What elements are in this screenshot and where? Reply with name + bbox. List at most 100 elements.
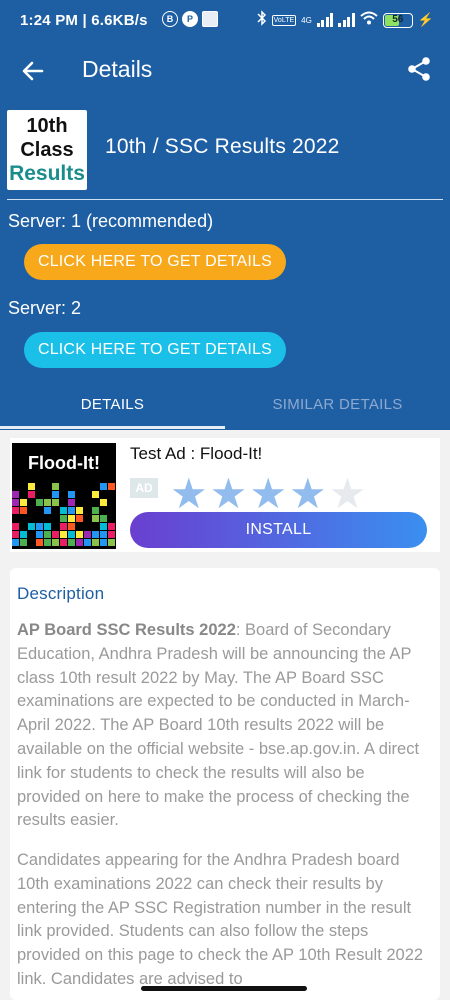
ad-image-pixel	[12, 499, 19, 506]
ad-image-pixel	[92, 531, 99, 538]
ad-badge: AD	[130, 478, 158, 498]
page-title: Details	[82, 56, 153, 82]
ad-image-pixel	[76, 539, 83, 546]
description-heading: Description	[17, 584, 105, 603]
ad-image-pixel	[36, 499, 43, 506]
tab-indicator	[0, 426, 225, 429]
divider	[7, 199, 443, 200]
ad-image-pixel	[60, 539, 67, 546]
ad-image-pixel	[52, 499, 59, 506]
ad-title[interactable]: Test Ad : Flood-It!	[130, 444, 262, 464]
ad-image-pixel	[108, 539, 115, 546]
ad-image-pixel	[44, 507, 51, 514]
ad-image-pixel	[100, 499, 107, 506]
ad-image-pixel	[60, 507, 67, 514]
ad-image-pixel	[68, 507, 75, 514]
description-body-1: : Board of Secondary Education, Andhra P…	[17, 621, 420, 830]
tab-bar: DETAILS SIMILAR DETAILS	[0, 380, 450, 430]
ad-image-pixel	[60, 531, 67, 538]
ad-image-pixel	[108, 523, 115, 530]
ad-image-pixel	[68, 515, 75, 522]
status-time: 1:24 PM | 6.6KB/s	[20, 12, 148, 29]
share-icon	[408, 57, 430, 81]
share-button[interactable]	[406, 56, 436, 86]
ad-image-pixel	[12, 523, 19, 530]
signal-1-icon	[316, 13, 334, 27]
ad-image-pixel	[12, 507, 19, 514]
ad-image-pixel	[52, 491, 59, 498]
server-2-details-button[interactable]: CLICK HERE TO GET DETAILS	[24, 332, 286, 368]
header-panel: 1:24 PM | 6.6KB/s B P VoLTE 4G 56 ⚡ Deta…	[0, 0, 450, 430]
ad-image-pixel	[68, 531, 75, 538]
description-card: Description AP Board SSC Results 2022: B…	[10, 568, 440, 1000]
ad-image-pixel	[68, 539, 75, 546]
ad-image-pixel	[60, 523, 67, 530]
ad-image-pixel	[20, 539, 27, 546]
ad-image-pixel	[36, 523, 43, 530]
ad-image-pixel	[20, 499, 27, 506]
ad-image-pixel	[108, 483, 115, 490]
ad-image-pixel	[44, 531, 51, 538]
server-1-details-button[interactable]: CLICK HERE TO GET DETAILS	[24, 244, 286, 280]
ad-image-pixel	[68, 499, 75, 506]
description-paragraph-1: AP Board SSC Results 2022: Board of Seco…	[17, 619, 431, 833]
volte-icon: VoLTE	[271, 14, 297, 26]
ad-image-pixel	[92, 491, 99, 498]
ad-image-pixel	[52, 539, 59, 546]
install-button[interactable]: INSTALL	[130, 512, 427, 548]
ad-image[interactable]: Flood-It!	[12, 443, 116, 549]
star-icon: ★	[288, 470, 327, 517]
ad-image-pixel	[44, 523, 51, 530]
ad-image-pixel	[12, 539, 19, 546]
logo-line-2: Class	[20, 139, 74, 161]
ad-image-pixel	[12, 491, 19, 498]
ad-image-pixel	[20, 531, 27, 538]
description-paragraph-2: Candidates appearing for the Andhra Prad…	[17, 851, 424, 988]
ad-image-pixel	[36, 539, 43, 546]
tab-similar-details[interactable]: SIMILAR DETAILS	[225, 380, 450, 428]
ad-image-pixel	[92, 507, 99, 514]
ad-image-pixel	[100, 531, 107, 538]
rating-stars: ★ ★ ★ ★ ★	[170, 470, 367, 517]
ad-image-pixel	[76, 507, 83, 514]
ad-image-brand: Flood-It!	[28, 453, 100, 473]
ad-banner[interactable]: Flood-It! Test Ad : Flood-It! AD ★ ★ ★ ★…	[10, 438, 440, 552]
star-icon: ★	[209, 470, 248, 517]
ad-image-pixel	[44, 539, 51, 546]
ad-image-pixel	[84, 539, 91, 546]
ad-image-pixel	[68, 523, 75, 530]
results-logo: 10th Class Results	[7, 110, 87, 190]
ad-image-pixel	[100, 515, 107, 522]
ad-image-pixel	[28, 491, 35, 498]
back-button[interactable]	[18, 56, 48, 86]
wifi-icon	[360, 11, 378, 29]
ad-image-pixel	[44, 499, 51, 506]
b-circle-icon: B	[162, 11, 178, 27]
tab-details[interactable]: DETAILS	[0, 380, 225, 428]
system-icons: VoLTE 4G 56 ⚡	[257, 10, 434, 30]
arrow-left-icon	[22, 61, 44, 81]
image-icon	[202, 11, 218, 27]
ad-image-pixel	[76, 515, 83, 522]
ad-image-pixel	[100, 483, 107, 490]
notification-icons: B P	[162, 11, 218, 27]
ad-image-pixel	[108, 531, 115, 538]
star-icon: ★	[249, 470, 287, 517]
ad-image-pixel	[76, 531, 83, 538]
bluetooth-icon	[257, 10, 267, 30]
p-circle-icon: P	[182, 11, 198, 27]
ad-image-pixel	[36, 531, 43, 538]
star-half-icon: ★	[328, 470, 367, 517]
result-title: 10th / SSC Results 2022	[105, 135, 340, 158]
signal-2-icon	[338, 13, 355, 27]
ad-image-pixel	[92, 539, 99, 546]
battery-icon: 56	[382, 12, 413, 28]
gesture-nav-bar[interactable]	[141, 986, 307, 991]
ad-image-pixel	[60, 515, 67, 522]
ad-image-pixel	[52, 483, 59, 490]
ad-image-pixel	[100, 539, 107, 546]
logo-line-1: 10th	[26, 115, 68, 137]
logo-line-3: Results	[9, 162, 85, 185]
network-type-label: 4G	[301, 15, 312, 25]
description-lead: AP Board SSC Results 2022	[17, 621, 236, 639]
